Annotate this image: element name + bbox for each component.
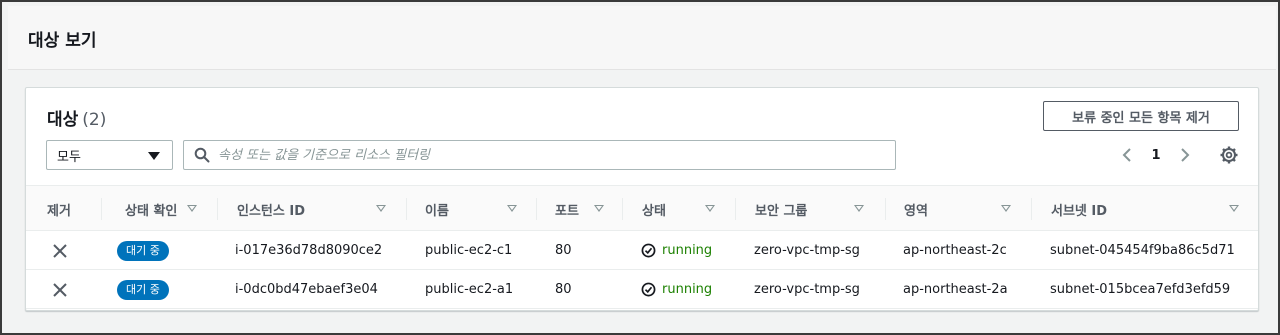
check-circle-icon [641,282,656,297]
subnet-id-cell: subnet-015bcea7efd3efd59 [1050,282,1231,297]
panel-title-text: 대상 [47,110,79,130]
pagination: 1 [1116,144,1196,166]
filter-select[interactable]: 모두 [46,140,173,170]
zone-cell: ap-northeast-2c [903,243,1007,258]
column-label: 제거 [47,203,71,219]
filter-select-value: 모두 [57,149,81,165]
current-page-number[interactable]: 1 [1138,148,1174,163]
page-header: 대상 보기 [8,6,1276,70]
sort-icon [1229,205,1239,212]
check-circle-icon [641,243,656,258]
security-group-cell: zero-vpc-tmp-sg [754,282,860,297]
gear-icon[interactable] [1219,145,1239,165]
sort-icon [507,205,517,212]
column-label: 포트 [555,203,579,219]
subnet-id-cell: subnet-045454f9ba86c5d71 [1050,243,1235,258]
search-icon [194,147,210,163]
window-frame: 대상 보기 대상(2) 보류 중인 모든 항목 제거 모두 1 [0,0,1280,335]
instance-id-cell: i-017e36d78d8090ce2 [235,243,383,258]
instance-id-cell: i-0dc0bd47ebaef3e04 [235,282,378,297]
port-cell: 80 [555,282,572,297]
status-badge: 대기 중 [117,279,169,300]
panel-count: (2) [82,110,107,130]
prev-page-button[interactable] [1116,144,1138,166]
table-header: 제거 상태 확인 인스턴스 ID 이름 포트 상태 보안 그룹 영역 서브넷 I… [26,185,1258,231]
sort-icon [376,205,386,212]
column-label: 서브넷 ID [1051,203,1108,219]
table-row: 대기 중 i-0dc0bd47ebaef3e04 public-ec2-a1 8… [26,270,1258,309]
column-label: 영역 [904,203,928,219]
column-header-subnet-id[interactable]: 서브넷 ID [1051,186,1251,232]
sort-icon [854,205,864,212]
column-header-zone[interactable]: 영역 [904,186,1034,232]
caret-down-icon [148,152,160,160]
search-box[interactable] [183,140,896,170]
column-label: 이름 [425,203,449,219]
column-label: 상태 확인 [125,203,178,219]
panel-title: 대상 (2) [47,105,106,130]
column-header-port[interactable]: 포트 [555,186,635,232]
sort-icon [187,205,197,212]
close-icon[interactable] [53,282,67,297]
table-row: 대기 중 i-017e36d78d8090ce2 public-ec2-c1 8… [26,231,1258,270]
security-group-cell: zero-vpc-tmp-sg [754,243,860,258]
sort-icon [1001,205,1011,212]
status-badge: 대기 중 [117,240,169,261]
state-cell: running [641,282,712,297]
sort-icon [594,205,604,212]
page-title: 대상 보기 [28,31,97,51]
targets-table: 제거 상태 확인 인스턴스 ID 이름 포트 상태 보안 그룹 영역 서브넷 I… [26,185,1258,309]
next-page-button[interactable] [1174,144,1196,166]
column-header-state[interactable]: 상태 [642,186,722,232]
chevron-right-icon [1181,148,1190,162]
name-cell: public-ec2-a1 [425,282,514,297]
sort-icon [705,205,715,212]
column-header-health[interactable]: 상태 확인 [125,186,229,232]
column-label: 보안 그룹 [755,203,808,219]
remove-all-pending-button[interactable]: 보류 중인 모든 항목 제거 [1043,101,1239,131]
state-text: running [662,243,713,258]
state-text: running [662,282,713,297]
search-input[interactable] [218,142,895,168]
targets-panel: 대상(2) 보류 중인 모든 항목 제거 모두 1 [25,87,1259,311]
column-header-instance-id[interactable]: 인스턴스 ID [237,186,397,232]
zone-cell: ap-northeast-2a [903,282,1008,297]
column-label: 인스턴스 ID [237,203,305,219]
close-icon[interactable] [53,243,67,258]
port-cell: 80 [555,243,572,258]
state-cell: running [641,243,712,258]
column-header-remove: 제거 [47,186,71,232]
column-header-security-group[interactable]: 보안 그룹 [755,186,875,232]
chevron-left-icon [1122,148,1131,162]
column-header-name[interactable]: 이름 [425,186,545,232]
column-label: 상태 [642,203,666,219]
name-cell: public-ec2-c1 [425,243,513,258]
